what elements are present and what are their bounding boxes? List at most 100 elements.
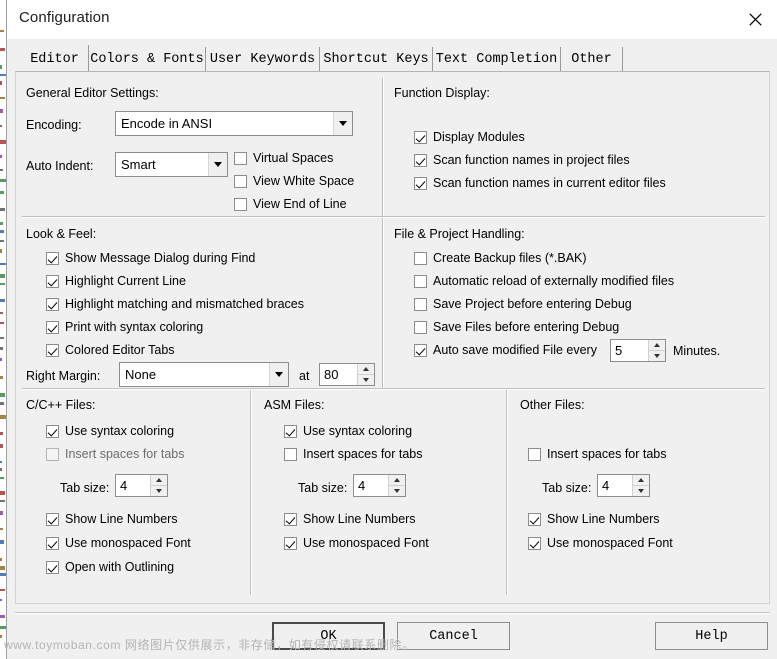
stepper-up-icon[interactable] — [633, 475, 649, 486]
checkbox-label: Insert spaces for tabs — [547, 447, 667, 461]
tab-user-keywords[interactable]: User Keywords — [206, 47, 320, 71]
help-button[interactable]: Help — [655, 622, 768, 650]
stepper-buttons[interactable] — [150, 475, 167, 496]
stepper-down-icon[interactable] — [358, 375, 374, 385]
checkbox-cpp-use-syntax-coloring[interactable]: Use syntax coloring — [46, 424, 174, 438]
checkbox-label: View White Space — [253, 174, 355, 188]
checkbox-box — [284, 447, 297, 461]
checkbox-asm-insert-spaces-for-tabs[interactable]: Insert spaces for tabs — [284, 447, 423, 461]
checkbox-scan-current-editor-files[interactable]: Scan function names in current editor fi… — [414, 176, 666, 190]
checkbox-highlight-braces[interactable]: Highlight matching and mismatched braces — [46, 297, 304, 311]
checkbox-highlight-current-line[interactable]: Highlight Current Line — [46, 274, 186, 288]
stepper-buttons[interactable] — [388, 475, 405, 496]
checkbox-box — [284, 512, 297, 526]
encoding-combobox[interactable]: Encode in ANSI — [115, 111, 353, 136]
tab-editor[interactable]: Editor — [21, 45, 89, 74]
checkbox-create-backup-files[interactable]: Create Backup files (*.BAK) — [414, 251, 587, 265]
checkbox-print-with-syntax-coloring[interactable]: Print with syntax coloring — [46, 320, 203, 334]
stepper-down-icon[interactable] — [633, 486, 649, 496]
checkbox-display-modules[interactable]: Display Modules — [414, 130, 525, 144]
configuration-dialog: Configuration Editor Colors & Fonts User… — [6, 0, 777, 659]
checkbox-label: Use monospaced Font — [547, 536, 673, 550]
checkbox-label: Scan function names in current editor fi… — [433, 176, 666, 190]
cpp-tab-size-stepper[interactable]: 4 — [115, 474, 168, 497]
checkbox-label: Show Line Numbers — [65, 512, 178, 526]
checkbox-save-files-before-debug[interactable]: Save Files before entering Debug — [414, 320, 619, 334]
other-tab-size-label: Tab size: — [542, 481, 592, 495]
checkbox-label: Save Project before entering Debug — [433, 297, 632, 311]
checkbox-other-show-line-numbers[interactable]: Show Line Numbers — [528, 512, 660, 526]
right-margin-combobox[interactable]: None — [119, 362, 289, 387]
right-margin-column-stepper[interactable]: 80 — [319, 363, 375, 386]
checkbox-label: Colored Editor Tabs — [65, 343, 175, 357]
checkbox-box — [414, 153, 427, 167]
checkbox-label: Highlight matching and mismatched braces — [65, 297, 305, 311]
stepper-down-icon[interactable] — [151, 486, 167, 496]
checkbox-view-end-of-line[interactable]: View End of Line — [234, 197, 347, 211]
checkbox-cpp-insert-spaces-for-tabs[interactable]: Insert spaces for tabs — [46, 447, 185, 461]
checkbox-label: Show Message Dialog during Find — [65, 251, 256, 265]
checkbox-save-project-before-debug[interactable]: Save Project before entering Debug — [414, 297, 632, 311]
checkbox-label: Auto save modified File every — [433, 343, 597, 357]
checkbox-box — [46, 320, 59, 334]
checkbox-cpp-open-with-outlining[interactable]: Open with Outlining — [46, 560, 174, 574]
stepper-buttons[interactable] — [648, 340, 665, 361]
checkbox-asm-use-monospaced-font[interactable]: Use monospaced Font — [284, 536, 429, 550]
file-project-handling-label: File & Project Handling: — [394, 227, 525, 241]
look-and-feel-label: Look & Feel: — [26, 227, 97, 241]
auto-indent-combobox[interactable]: Smart — [115, 152, 228, 177]
tab-colors-fonts[interactable]: Colors & Fonts — [89, 47, 206, 71]
chevron-down-icon[interactable] — [208, 153, 227, 176]
checkbox-cpp-show-line-numbers[interactable]: Show Line Numbers — [46, 512, 178, 526]
checkbox-box — [414, 251, 427, 265]
tab-other[interactable]: Other — [561, 47, 623, 71]
stepper-down-icon[interactable] — [649, 351, 665, 361]
checkbox-virtual-spaces[interactable]: Virtual Spaces — [234, 151, 333, 165]
checkbox-other-use-monospaced-font[interactable]: Use monospaced Font — [528, 536, 673, 550]
stepper-buttons[interactable] — [357, 364, 374, 385]
checkbox-box — [46, 536, 59, 550]
checkbox-colored-editor-tabs[interactable]: Colored Editor Tabs — [46, 343, 175, 357]
tab-shortcut-keys[interactable]: Shortcut Keys — [320, 47, 433, 71]
checkbox-asm-use-syntax-coloring[interactable]: Use syntax coloring — [284, 424, 412, 438]
stepper-buttons[interactable] — [632, 475, 649, 496]
asm-tab-size-stepper[interactable]: 4 — [353, 474, 406, 497]
checkbox-label: Highlight Current Line — [65, 274, 186, 288]
stepper-up-icon[interactable] — [389, 475, 405, 486]
checkbox-asm-show-line-numbers[interactable]: Show Line Numbers — [284, 512, 416, 526]
tab-strip: Editor Colors & Fonts User Keywords Shor… — [15, 45, 770, 74]
stepper-down-icon[interactable] — [389, 486, 405, 496]
stepper-up-icon[interactable] — [151, 475, 167, 486]
checkbox-show-message-dialog-during-find[interactable]: Show Message Dialog during Find — [46, 251, 255, 265]
checkbox-box — [46, 424, 59, 438]
checkbox-cpp-use-monospaced-font[interactable]: Use monospaced Font — [46, 536, 191, 550]
checkbox-label: Show Line Numbers — [547, 512, 660, 526]
other-files-label: Other Files: — [520, 398, 585, 412]
auto-save-minutes-stepper[interactable]: 5 — [610, 339, 666, 362]
cancel-button[interactable]: Cancel — [397, 622, 510, 650]
ok-button[interactable]: OK — [272, 622, 385, 650]
checkbox-view-white-space[interactable]: View White Space — [234, 174, 354, 188]
chevron-down-icon[interactable] — [333, 112, 352, 135]
checkbox-box — [284, 536, 297, 550]
checkbox-box — [46, 251, 59, 265]
checkbox-label: Use syntax coloring — [65, 424, 175, 438]
tab-text-completion[interactable]: Text Completion — [433, 47, 561, 71]
close-icon[interactable] — [732, 0, 777, 38]
right-margin-label: Right Margin: — [26, 369, 101, 383]
stepper-up-icon[interactable] — [358, 364, 374, 375]
cpp-files-label: C/C++ Files: — [26, 398, 96, 412]
checkbox-automatic-reload[interactable]: Automatic reload of externally modified … — [414, 274, 674, 288]
checkbox-box — [528, 447, 541, 461]
asm-files-label: ASM Files: — [264, 398, 325, 412]
checkbox-box — [46, 512, 59, 526]
checkbox-scan-project-files[interactable]: Scan function names in project files — [414, 153, 630, 167]
stepper-up-icon[interactable] — [649, 340, 665, 351]
chevron-down-icon[interactable] — [269, 363, 288, 386]
other-tab-size-stepper[interactable]: 4 — [597, 474, 650, 497]
checkbox-label: Use syntax coloring — [303, 424, 413, 438]
encoding-value: Encode in ANSI — [121, 116, 213, 131]
checkbox-auto-save-modified-file[interactable]: Auto save modified File every — [414, 343, 597, 357]
checkbox-box — [234, 151, 247, 165]
checkbox-other-insert-spaces-for-tabs[interactable]: Insert spaces for tabs — [528, 447, 667, 461]
